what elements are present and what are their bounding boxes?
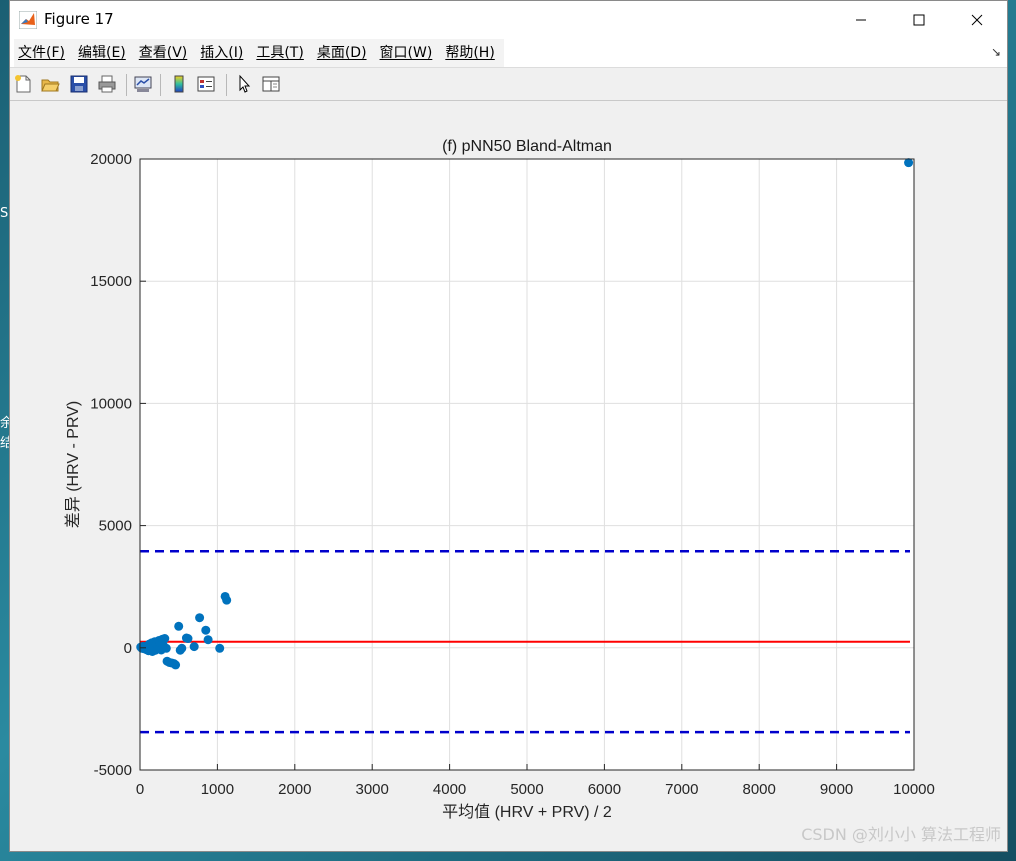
scatter-point <box>171 660 181 670</box>
toolbar-separator <box>126 74 127 96</box>
link-plot-button[interactable] <box>132 73 154 95</box>
print-button[interactable] <box>96 73 118 95</box>
x-tick-label: 6000 <box>588 781 621 798</box>
property-inspector-button[interactable] <box>260 73 282 95</box>
menu-item[interactable]: 查看(V) <box>135 39 197 67</box>
insert-colorbar-icon <box>174 75 184 93</box>
toolbar-separator <box>226 74 227 96</box>
open-file-icon <box>41 79 60 92</box>
x-tick-label: 4000 <box>433 781 466 798</box>
maximize-button[interactable] <box>890 1 948 39</box>
x-tick-label: 1000 <box>201 781 234 798</box>
scatter-point <box>195 613 205 623</box>
csdn-watermark: CSDN @刘小小 算法工程师 <box>801 825 1001 844</box>
chart-title: (f) pNN50 Bland-Altman <box>442 138 612 155</box>
scatter-point <box>177 643 187 653</box>
save-icon <box>70 75 88 93</box>
menu-bar: 文件(F) 编辑(E) 查看(V) 插入(I) 工具(T) 桌面(D) 窗口(W) 帮助(H)… <box>10 39 1007 67</box>
toolbar <box>10 67 1007 101</box>
desktop-text-fragment: S <box>0 206 9 221</box>
x-tick-label: 5000 <box>510 781 543 798</box>
y-tick-label: 15000 <box>90 273 132 290</box>
maximize-icon <box>913 14 925 26</box>
menu-item[interactable]: 插入(I) <box>196 39 252 67</box>
scatter-point <box>203 635 213 645</box>
edit-plot-button[interactable] <box>233 73 255 95</box>
y-tick-label: 5000 <box>99 518 132 535</box>
save-button[interactable] <box>68 73 90 95</box>
y-tick-label: -5000 <box>94 762 132 779</box>
x-tick-label: 2000 <box>278 781 311 798</box>
menu-item[interactable]: 窗口(W) <box>376 39 442 67</box>
y-axis-label: 差异 (HRV - PRV) <box>64 401 82 528</box>
insert-legend-icon <box>197 76 215 92</box>
property-inspector-icon <box>262 76 280 92</box>
scatter-point <box>183 634 193 644</box>
x-tick-label: 7000 <box>665 781 698 798</box>
menu-item[interactable]: 编辑(E) <box>74 39 135 67</box>
scatter-point <box>160 634 170 644</box>
matlab-logo-icon <box>19 11 37 29</box>
new-figure-button[interactable] <box>12 73 34 95</box>
x-tick-label: 0 <box>136 781 144 798</box>
y-tick-label: 0 <box>124 640 132 657</box>
print-icon <box>98 75 116 93</box>
x-tick-label: 10000 <box>893 781 935 798</box>
x-axis-label: 平均值 (HRV + PRV) / 2 <box>442 803 612 821</box>
dock-arrow-icon[interactable]: ↘ <box>991 45 1001 59</box>
close-button[interactable] <box>948 1 1006 39</box>
minimize-button[interactable] <box>832 1 890 39</box>
scatter-point <box>174 621 184 631</box>
scatter-point <box>189 642 199 652</box>
menu-item[interactable]: 文件(F) <box>14 39 74 67</box>
menu-items: 文件(F) 编辑(E) 查看(V) 插入(I) 工具(T) 桌面(D) 窗口(W) 帮助(H) <box>14 39 504 67</box>
close-icon <box>971 14 983 26</box>
new-figure-icon <box>15 75 31 93</box>
scatter-point <box>201 625 211 635</box>
y-tick-label: 10000 <box>90 395 132 412</box>
insert-colorbar-button[interactable] <box>168 73 190 95</box>
menu-item[interactable]: 工具(T) <box>252 39 312 67</box>
y-tick-label: 20000 <box>90 151 132 168</box>
scatter-point <box>222 595 232 605</box>
edit-plot-pointer-icon <box>239 74 251 93</box>
toolbar-separator <box>160 74 161 96</box>
figure-window: Figure 17 文件(F) 编辑(E) 查看(V) 插入(I) 工具(T) 桌面(D)… <box>9 0 1008 852</box>
menu-item[interactable]: 帮助(H) <box>441 39 503 67</box>
scatter-point <box>215 643 225 653</box>
open-file-button[interactable] <box>39 73 61 95</box>
scatter-point <box>904 158 914 168</box>
x-tick-label: 3000 <box>356 781 389 798</box>
plot-canvas[interactable]: 0 1000 2000 3000 4000 5000 6000 7000 8000 9000 100… <box>10 101 1007 851</box>
link-plot-icon <box>134 76 152 92</box>
insert-legend-button[interactable] <box>195 73 217 95</box>
menu-item[interactable]: 桌面(D) <box>313 39 376 67</box>
scatter-point <box>161 643 171 653</box>
minimize-icon <box>856 19 866 21</box>
x-tick-label: 8000 <box>743 781 776 798</box>
x-tick-label: 9000 <box>820 781 853 798</box>
window-title: Figure 17 <box>44 10 114 28</box>
title-bar[interactable]: Figure 17 <box>10 1 1007 39</box>
